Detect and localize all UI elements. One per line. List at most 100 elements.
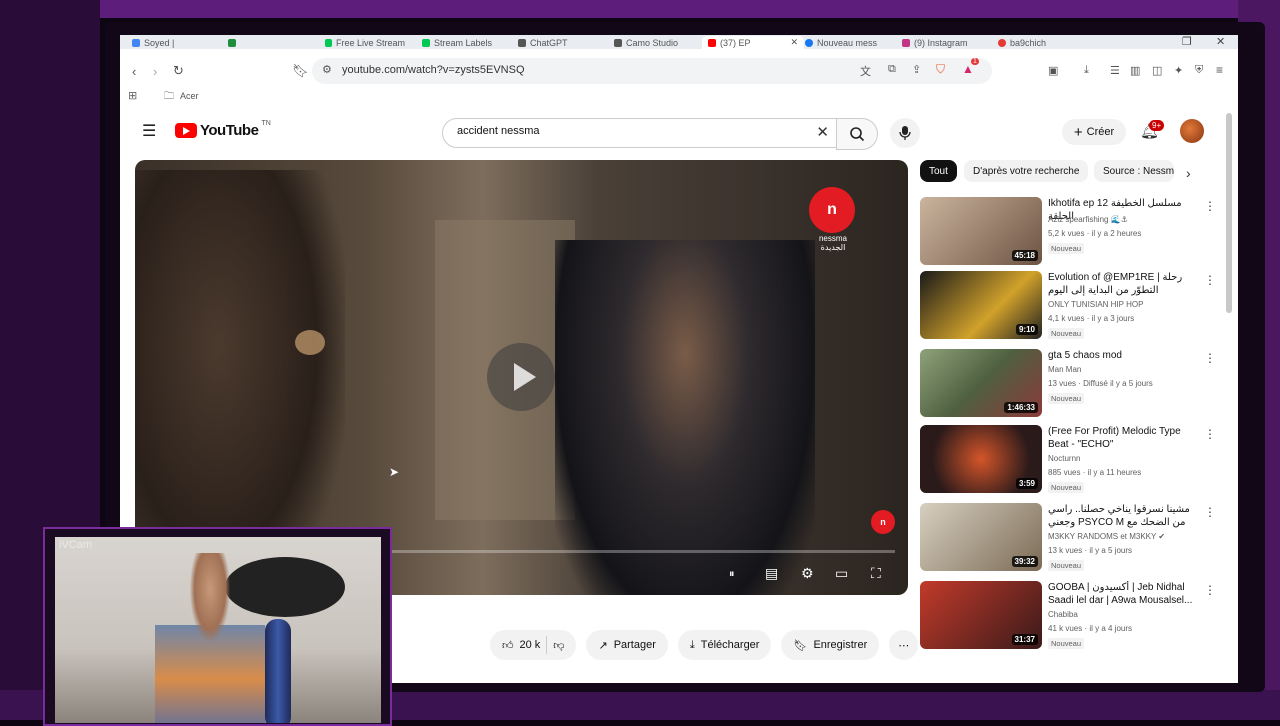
search-button[interactable] bbox=[836, 118, 878, 150]
channel-name[interactable]: Aziz spearfishing 🌊⚓ bbox=[1048, 215, 1128, 224]
related-video-item[interactable]: 1:46:33 gta 5 chaos mod Man Man 13 vues … bbox=[920, 349, 1220, 421]
theater-mode-icon[interactable]: ▭ bbox=[835, 565, 848, 582]
download-button[interactable]: ⤓ Télécharger bbox=[677, 630, 772, 660]
video-meta: 5,2 k vues · il y a 2 heures bbox=[1048, 229, 1142, 238]
like-count[interactable]: 20 k bbox=[520, 639, 541, 651]
video-thumbnail[interactable]: 31:37 bbox=[920, 581, 1042, 649]
more-vert-icon[interactable]: ⋮ bbox=[1204, 273, 1216, 287]
close-window-icon[interactable]: ✕ bbox=[1216, 35, 1225, 48]
more-actions-button[interactable]: ⋯ bbox=[889, 630, 919, 660]
youtube-header: ☰ YouTube TN ✕ +Créer 🔔︎ 9+ bbox=[120, 110, 1238, 154]
translate-icon[interactable]: 文 bbox=[860, 63, 871, 79]
subtitles-icon[interactable]: ▤ bbox=[765, 565, 778, 582]
sidebar-icon[interactable]: ▥ bbox=[1130, 64, 1140, 77]
share-button[interactable]: ↗ Partager bbox=[586, 630, 668, 660]
video-title[interactable]: gta 5 chaos mod bbox=[1048, 349, 1198, 362]
tab-2[interactable] bbox=[228, 36, 303, 49]
address-bar[interactable]: ⚙ youtube.com/watch?v=zysts5EVNSQ 文 ⧉ ⇪ … bbox=[312, 58, 992, 84]
voice-search-button[interactable] bbox=[890, 118, 920, 148]
related-video-item[interactable]: 9:10 Evolution of @EMP1RE | رحلة التطوّر… bbox=[920, 271, 1220, 343]
clear-icon[interactable]: ✕ bbox=[816, 123, 829, 141]
channel-name[interactable]: ONLY TUNISIAN HIP HOP bbox=[1048, 300, 1143, 309]
brave-shield-icon[interactable]: ⛉ bbox=[936, 62, 945, 77]
video-actions: 👍︎ 20 k 👎︎ ↗ Partager ⤓ Télécharger 🔖︎ Enre… bbox=[490, 630, 919, 660]
hamburger-icon[interactable]: ☰ bbox=[142, 121, 156, 141]
fullscreen-icon[interactable]: ⛶ bbox=[871, 565, 881, 582]
restore-icon[interactable]: ❐ bbox=[1182, 35, 1192, 48]
channel-name[interactable]: Chabiba bbox=[1048, 610, 1078, 619]
more-vert-icon[interactable]: ⋮ bbox=[1204, 199, 1216, 213]
dislike-icon[interactable]: 👎︎ bbox=[553, 639, 564, 652]
wallet-icon[interactable]: ◫ bbox=[1152, 64, 1162, 77]
related-video-item[interactable]: 31:37 GOOBA | أكسيدون | Jeb Nidhal Saadi… bbox=[920, 581, 1220, 653]
close-icon[interactable]: ✕ bbox=[790, 37, 798, 48]
chip-all[interactable]: Tout bbox=[920, 160, 957, 182]
channel-name[interactable]: Man Man bbox=[1048, 365, 1081, 374]
video-thumbnail[interactable]: 45:18 bbox=[920, 197, 1042, 265]
tab-10[interactable]: ba9chich bbox=[998, 36, 1078, 49]
tab-5[interactable]: ChatGPT bbox=[518, 36, 598, 49]
video-meta: 41 k vues · il y a 4 jours bbox=[1048, 624, 1133, 633]
video-title[interactable]: Evolution of @EMP1RE | رحلة التطوّر من ا… bbox=[1048, 271, 1198, 297]
youtube-logo[interactable]: YouTube TN bbox=[175, 120, 271, 139]
apps-icon[interactable]: ⊞ bbox=[128, 89, 137, 102]
create-button[interactable]: + Créer bbox=[1062, 119, 1126, 145]
more-vert-icon[interactable]: ⋮ bbox=[1204, 505, 1216, 519]
logo-text: YouTube bbox=[200, 122, 259, 139]
site-info-icon[interactable]: ⚙ bbox=[322, 63, 332, 76]
play-icon[interactable] bbox=[487, 343, 555, 411]
tab-3[interactable]: Free Live Stream bbox=[325, 36, 405, 49]
more-vert-icon[interactable]: ⋮ bbox=[1204, 583, 1216, 597]
video-thumbnail[interactable]: 1:46:33 bbox=[920, 349, 1042, 417]
video-thumbnail[interactable]: 39:32 bbox=[920, 503, 1042, 571]
extensions-icon[interactable]: ▣ bbox=[1048, 64, 1058, 77]
reading-list-icon[interactable]: ☰ bbox=[1110, 64, 1120, 77]
video-thumbnail[interactable]: 3:59 bbox=[920, 425, 1042, 493]
download-icon[interactable]: ⤓ bbox=[1084, 64, 1089, 77]
related-video-item[interactable]: 39:32 مشينا نسرقوا يناخي حصلنا.. راسي وج… bbox=[920, 503, 1220, 575]
chevron-right-icon[interactable]: › bbox=[1186, 165, 1191, 181]
related-video-item[interactable]: 45:18 Ikhotifa ep 12 مسلسل الخطيفة الحلق… bbox=[920, 197, 1220, 269]
more-vert-icon[interactable]: ⋮ bbox=[1204, 351, 1216, 365]
channel-name[interactable]: M3KKY RANDOMS et M3KKY ✔ bbox=[1048, 532, 1165, 541]
bookmark-folder-acer[interactable]: Acer bbox=[180, 91, 199, 101]
settings-icon[interactable]: ⚙ bbox=[801, 565, 814, 582]
video-title[interactable]: GOOBA | أكسيدون | Jeb Nidhal Saadi lel d… bbox=[1048, 581, 1198, 607]
duration-badge: 31:37 bbox=[1011, 634, 1038, 645]
tab-active[interactable]: (37) EP ✕ bbox=[702, 36, 804, 49]
tab-8[interactable]: Nouveau mess bbox=[805, 36, 885, 49]
share-icon[interactable]: ⇪ bbox=[912, 63, 921, 76]
tab-1[interactable]: Soyed | bbox=[132, 36, 202, 49]
tab-6[interactable]: Camo Studio bbox=[614, 36, 694, 49]
avatar[interactable] bbox=[1180, 119, 1204, 143]
tab-4[interactable]: Stream Labels bbox=[422, 36, 502, 49]
tab-9[interactable]: (9) Instagram bbox=[902, 36, 982, 49]
search-input[interactable] bbox=[455, 124, 789, 138]
folder-icon[interactable]: 🗀︎ bbox=[164, 89, 174, 106]
video-thumbnail[interactable]: 9:10 bbox=[920, 271, 1042, 339]
save-button[interactable]: 🔖︎ Enregistrer bbox=[781, 630, 880, 660]
install-icon[interactable]: ⧉ bbox=[888, 63, 896, 76]
video-scene-person bbox=[555, 240, 815, 595]
vpn-icon[interactable]: ⛨ bbox=[1195, 64, 1203, 77]
more-vert-icon[interactable]: ⋮ bbox=[1204, 427, 1216, 441]
tab-favicon bbox=[132, 38, 140, 47]
leo-icon[interactable]: ✦ bbox=[1174, 64, 1183, 77]
chip-source[interactable]: Source : Nessma bbox=[1094, 160, 1174, 182]
reload-icon[interactable]: ↻ bbox=[173, 63, 184, 79]
bookmark-icon[interactable]: 🔖︎ bbox=[292, 63, 309, 79]
chip-related-search[interactable]: D'après votre recherche bbox=[964, 160, 1089, 182]
back-icon[interactable]: ‹ bbox=[132, 64, 136, 79]
related-video-item[interactable]: 3:59 (Free For Profit) Melodic Type Beat… bbox=[920, 425, 1220, 497]
pause-icon[interactable]: ⏸ bbox=[729, 568, 735, 581]
channel-name[interactable]: Nocturnn bbox=[1048, 454, 1080, 463]
tab-favicon bbox=[518, 38, 526, 47]
progress-bar[interactable] bbox=[385, 550, 895, 553]
video-title[interactable]: (Free For Profit) Melodic Type Beat - "E… bbox=[1048, 425, 1198, 451]
forward-icon[interactable]: › bbox=[153, 64, 157, 79]
like-icon[interactable]: 👍︎ bbox=[502, 639, 514, 652]
notification-badge: 9+ bbox=[1149, 120, 1165, 131]
video-title[interactable]: مشينا نسرقوا يناخي حصلنا.. راسي وجعني PS… bbox=[1048, 503, 1198, 529]
menu-icon[interactable]: ≡ bbox=[1216, 63, 1223, 77]
page-scrollbar[interactable] bbox=[1226, 113, 1232, 313]
